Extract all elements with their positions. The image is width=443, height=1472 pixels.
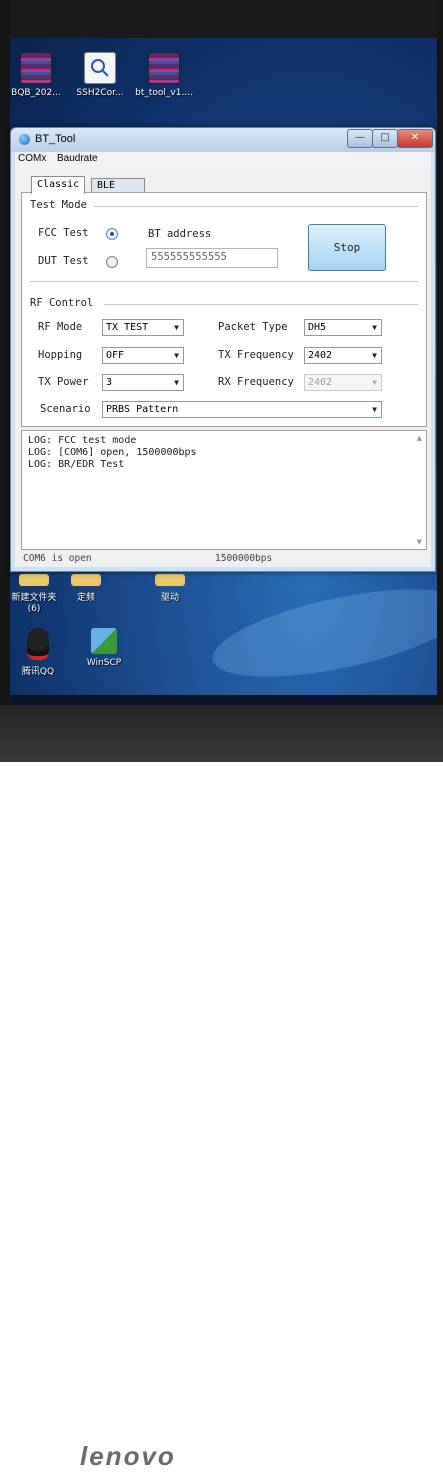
desktop-icon-dingpin[interactable]: 定频 (54, 574, 118, 603)
status-baud: 1500000bps (215, 553, 273, 564)
desktop-icon-label: 定频 (76, 593, 95, 603)
desktop-icon-label: bt_tool_v1.... (135, 88, 193, 98)
photo: BQB_202... SSH2Cor... bt_tool_v1.... 新建文… (0, 0, 443, 1471)
scroll-down-icon[interactable]: ▼ (417, 538, 422, 546)
group-divider (94, 206, 418, 207)
menu-baudrate[interactable]: Baudrate (57, 153, 98, 164)
desktop-icon-winscp[interactable]: WinSCP (72, 628, 136, 668)
chevron-down-icon: ▼ (372, 405, 377, 414)
rx-frequency-value: 2402 (308, 377, 333, 388)
log-line: LOG: BR/EDR Test (28, 459, 125, 470)
packet-type-select[interactable]: DH5 ▼ (304, 319, 382, 336)
desktop-icon-label: SSH2Cor... (76, 88, 124, 98)
wallpaper-glow (205, 571, 437, 695)
close-button[interactable]: ✕ (397, 129, 433, 148)
chevron-down-icon: ▼ (372, 323, 377, 332)
scenario-value: PRBS Pattern (106, 404, 179, 415)
magnifier-icon (91, 59, 109, 77)
chevron-down-icon: ▼ (174, 323, 179, 332)
chevron-down-icon: ▼ (174, 351, 179, 360)
tx-power-select[interactable]: 3 ▼ (102, 374, 184, 391)
log-line: LOG: FCC test mode (28, 435, 137, 446)
monitor-bezel-bottom: lenovo (0, 705, 443, 1471)
window-titlebar[interactable]: BT_Tool — □ ✕ (11, 128, 435, 152)
log-textarea[interactable]: LOG: FCC test mode LOG: [COM6] open, 150… (21, 430, 427, 550)
test-mode-group-title: Test Mode (30, 199, 87, 211)
tx-frequency-label: TX Frequency (218, 349, 294, 361)
group-divider (30, 281, 418, 282)
hopping-select[interactable]: OFF ▼ (102, 347, 184, 364)
window-title: BT_Tool (35, 133, 76, 145)
fcc-test-label: FCC Test (38, 227, 89, 239)
packet-type-label: Packet Type (218, 321, 288, 333)
chevron-down-icon: ▼ (372, 378, 377, 387)
document-search-icon (84, 52, 116, 84)
desktop-icon-qudong[interactable]: 驱动 (138, 574, 202, 603)
group-divider (104, 304, 418, 305)
rf-mode-select[interactable]: TX TEST ▼ (102, 319, 184, 336)
client-area: Classic BLE Test Mode FCC Test DUT Test … (15, 168, 431, 567)
rf-control-group-title: RF Control (30, 297, 94, 309)
bluetooth-app-icon (19, 134, 30, 145)
tx-frequency-select[interactable]: 2402 ▼ (304, 347, 382, 364)
tx-power-label: TX Power (38, 376, 89, 388)
monitor-bezel-left (0, 0, 10, 762)
desktop-icon-label: 腾讯QQ (21, 667, 55, 677)
desktop-icon-qq[interactable]: 腾讯QQ (10, 628, 70, 677)
desktop-icon-label: 驱动 (160, 593, 179, 603)
bt-tool-window: BT_Tool — □ ✕ COMx Baudrate Classic BLE … (10, 127, 436, 572)
log-line: LOG: [COM6] open, 1500000bps (28, 447, 197, 458)
minimize-button[interactable]: — (347, 129, 373, 148)
fcc-test-radio[interactable] (106, 228, 118, 240)
lenovo-logo: lenovo (80, 1441, 176, 1471)
hopping-value: OFF (106, 350, 125, 361)
folder-icon (19, 574, 49, 586)
monitor-bezel-right (437, 0, 443, 762)
dut-test-label: DUT Test (38, 255, 89, 267)
status-port: COM6 is open (23, 553, 92, 564)
menu-comx[interactable]: COMx (18, 153, 46, 164)
qq-penguin-icon (27, 628, 49, 660)
scroll-up-icon[interactable]: ▲ (417, 434, 422, 442)
winscp-icon (91, 628, 117, 654)
bt-address-input[interactable]: 555555555555 (146, 248, 278, 268)
monitor-bezel-top (0, 0, 443, 38)
tab-classic[interactable]: Classic (31, 176, 86, 194)
hopping-label: Hopping (38, 349, 83, 361)
stop-button[interactable]: Stop (308, 224, 386, 271)
packet-type-value: DH5 (308, 322, 327, 333)
status-bar: COM6 is open 1500000bps (15, 551, 431, 567)
desktop-icon-bqb[interactable]: BQB_202... (10, 52, 68, 98)
rf-mode-value: TX TEST (106, 322, 149, 333)
maximize-button[interactable]: □ (372, 129, 398, 148)
desktop-icon-bt-tool[interactable]: bt_tool_v1.... (132, 52, 196, 98)
folder-icon (71, 574, 101, 586)
chevron-down-icon: ▼ (372, 351, 377, 360)
screen-bottom-edge (10, 695, 437, 705)
tab-ble[interactable]: BLE (91, 178, 145, 193)
desktop-icon-label: BQB_202... (11, 88, 61, 98)
scenario-label: Scenario (40, 403, 91, 415)
bt-address-value: 555555555555 (151, 251, 227, 263)
dut-test-radio[interactable] (106, 256, 118, 268)
scenario-select[interactable]: PRBS Pattern ▼ (102, 401, 382, 418)
tx-frequency-value: 2402 (308, 350, 333, 361)
winrar-archive-icon (148, 52, 180, 84)
desktop-icon-label: WinSCP (86, 658, 122, 668)
desktop-icon-ssh2[interactable]: SSH2Cor... (68, 52, 132, 98)
rx-frequency-select: 2402 ▼ (304, 374, 382, 391)
winrar-archive-icon (20, 52, 52, 84)
bt-address-label: BT address (148, 228, 212, 240)
menu-bar: COMx Baudrate (15, 152, 431, 168)
rx-frequency-label: RX Frequency (218, 376, 294, 388)
desktop-icon-label-count: (6) (27, 604, 41, 614)
classic-tab-panel: Test Mode FCC Test DUT Test BT address 5… (21, 192, 427, 427)
chevron-down-icon: ▼ (174, 378, 179, 387)
rf-mode-label: RF Mode (38, 321, 83, 333)
tx-power-value: 3 (106, 377, 113, 388)
folder-icon (155, 574, 185, 586)
